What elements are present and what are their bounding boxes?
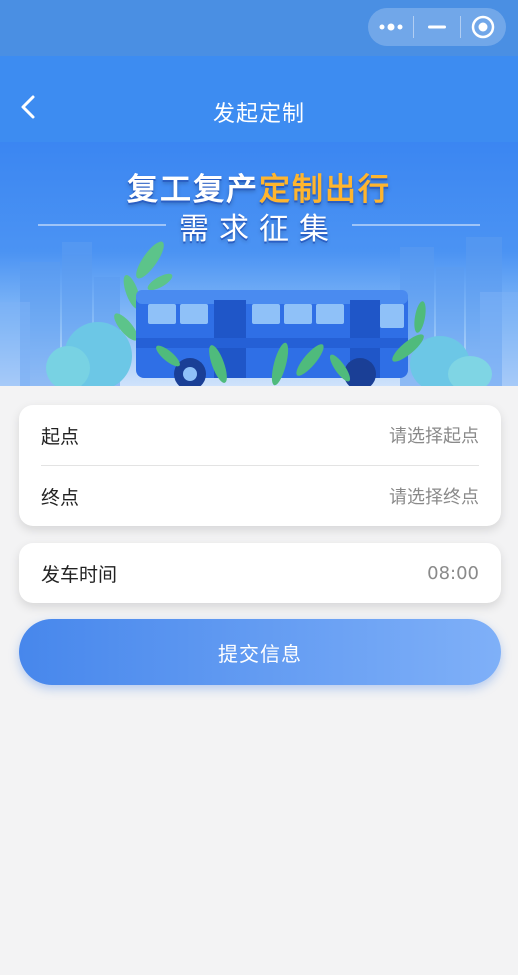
banner-headline-part1: 复工复产: [127, 172, 259, 208]
departure-time-row[interactable]: 发车时间 08:00: [19, 543, 501, 603]
minimize-button[interactable]: [414, 8, 459, 46]
departure-time-label: 发车时间: [41, 563, 118, 586]
route-card: 起点 请选择起点 终点 请选择终点: [19, 405, 501, 526]
banner-headline: 复工复产定制出行: [0, 164, 518, 209]
status-bar: [0, 0, 518, 56]
start-point-label: 起点: [41, 425, 80, 448]
close-target-icon: [472, 15, 495, 39]
banner-headline-highlight: 定制出行: [259, 172, 391, 208]
banner: 复工复产定制出行 需求征集: [0, 142, 518, 386]
departure-time-picker[interactable]: 08:00: [427, 563, 479, 584]
banner-subheadline: 需求征集: [179, 212, 339, 247]
page-title: 发起定制: [212, 102, 305, 127]
start-point-picker[interactable]: 请选择起点: [389, 422, 479, 448]
submit-button[interactable]: 提交信息: [19, 619, 501, 685]
more-button[interactable]: [368, 8, 413, 46]
close-button[interactable]: [461, 8, 506, 46]
time-card: 发车时间 08:00: [19, 543, 501, 603]
end-point-picker[interactable]: 请选择终点: [389, 483, 479, 509]
minimize-icon: [427, 25, 446, 29]
start-point-row[interactable]: 起点 请选择起点: [19, 405, 501, 465]
mini-program-capsule: [368, 8, 506, 46]
nav-bar: 发起定制: [0, 56, 518, 142]
end-point-row[interactable]: 终点 请选择终点: [19, 466, 501, 526]
more-dots-icon: [379, 23, 403, 31]
end-point-label: 终点: [41, 486, 80, 509]
